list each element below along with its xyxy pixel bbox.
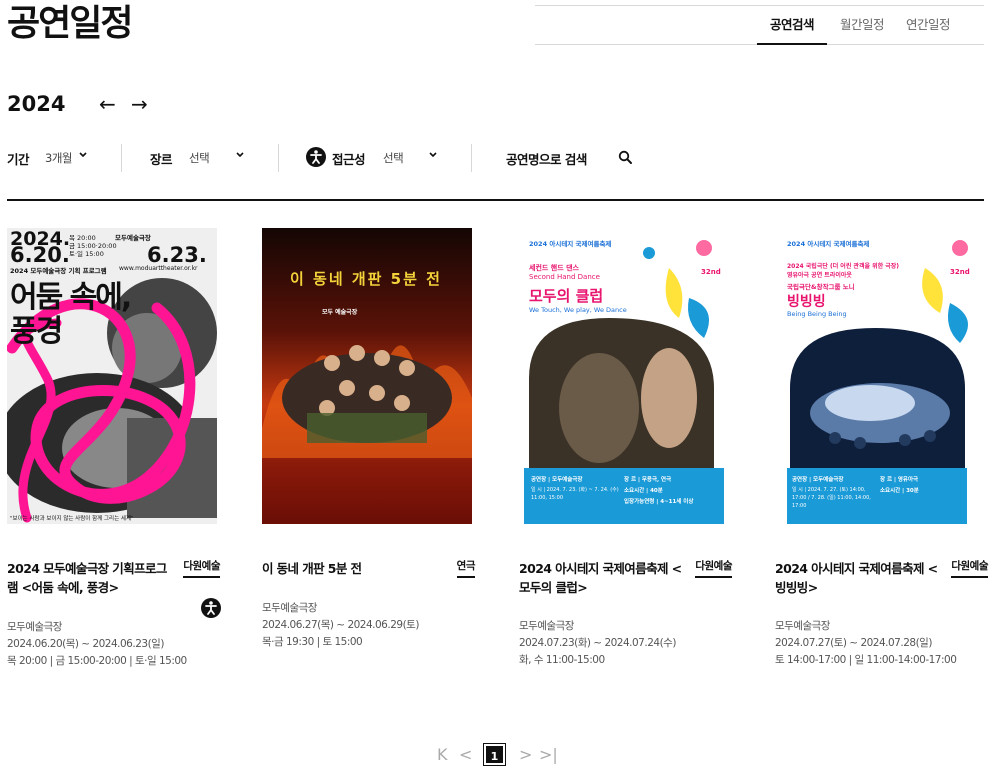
performance-card[interactable]: 2024 아시테지 국제여름축제 세컨드 핸드 댄스 Second Hand D… [519,228,734,666]
filter-divider [471,144,472,172]
performance-dates: 2024.06.27(목) ~ 2024.06.29(토) [262,619,419,631]
chevron-down-icon[interactable] [235,149,245,161]
performance-title[interactable]: 이 동네 개판 5분 전 [262,559,432,578]
performance-times: 목·금 19:30 | 토 15:00 [262,636,363,648]
performance-dates: 2024.06.20(목) ~ 2024.06.23(일) [7,638,164,650]
poster-info-2: 일 시 | 2024. 7. 23. (화) ~ 7. 24. (수) 11:0… [531,487,619,501]
performance-title[interactable]: 2024 아시테지 국제여름축제 < 빙빙빙> [775,559,945,597]
title-search-input[interactable]: 공연명으로 검색 [506,149,587,168]
poster-site: www.moduarttheater.or.kr [119,265,198,272]
poster-subtitle-en: Second Hand Dance [529,273,600,281]
poster-subtitle-3: 국립극단&창작그룹 노니 [787,283,855,291]
poster-info-5: 입장가능연령 | 4~11세 이상 [624,499,694,505]
genre-filter-label: 장르 [150,152,173,167]
poster-caption: "보이는 사람과 보이지 않는 사람이 함께 그리는 세계" [10,516,134,522]
poster-info-3: 장 르 | 무용극, 연극 [624,477,672,483]
performance-dates: 2024.07.23(화) ~ 2024.07.24(수) [519,637,676,649]
genre-badge: 다원예술 [951,558,988,578]
poster-festival: 2024 아시테지 국제여름축제 [787,240,870,248]
filter-divider [278,144,279,172]
pagination: K < 1 > >| [0,743,994,767]
poster-headline: 모두의 클럽 [529,287,604,305]
poster-info-4: 소요시간 | 30분 [880,488,919,494]
poster-time-3: 토·일 15:00 [69,250,104,258]
performance-card[interactable]: 2024 아시테지 국제여름축제 2024 국립극단 (더 어린 관객을 위한 … [775,228,990,666]
poster-end-date: 6.23. [147,243,207,267]
performance-card[interactable]: 이 동네 개판 5분 전 모두 예술극장 이 동네 개판 5분 전 연극 모두예… [262,228,477,648]
next-page-icon[interactable]: > [519,745,532,765]
poster-subtitle: 세컨드 핸드 댄스 [529,264,579,272]
accessibility-filter-select[interactable]: 선택 [383,150,404,166]
filter-bar: 기간 3개월 장르 선택 접근성 선택 공연명으로 검색 [0,140,994,176]
next-year-arrow-icon[interactable]: → [131,90,148,118]
accessibility-icon [306,147,326,167]
performance-dates: 2024.07.27(토) ~ 2024.07.28(일) [775,637,932,649]
prev-year-arrow-icon[interactable]: ← [99,90,116,118]
performance-venue: 모두예술극장 [262,602,317,614]
poster-info-2: 일 시 | 2024. 7. 27. (토) 14:00, 17:00 / 7.… [792,487,871,509]
poster-info-1: 공연장 | 모두예술극장 [531,477,583,483]
poster-english: We Touch, We play, We Dance [529,306,627,314]
list-divider [7,199,984,201]
performance-times: 토 14:00-17:00 | 일 11:00-14:00-17:00 [775,654,957,666]
performance-title[interactable]: 2024 모두예술극장 기획프로그램 <어둠 속에, 풍경> [7,559,177,597]
chevron-down-icon[interactable] [78,149,88,161]
poster-badge: 32nd [701,268,721,276]
performance-title[interactable]: 2024 아시테지 국제여름축제 < 모두의 클럽> [519,559,689,597]
year-label: 2024 [7,92,66,116]
performance-poster[interactable]: 2024. 6.20. 6.23. 목 20:00 금 15:00·20:00 … [7,228,217,524]
poster-english: Being Being Being [787,310,847,318]
poster-venue: 모두 예술극장 [322,309,358,316]
poster-info-3: 장 르 | 영유아극 [880,477,919,483]
period-filter-select[interactable]: 3개월 [45,150,72,166]
filter-divider [121,144,122,172]
accessibility-filter-label: 접근성 [332,152,366,167]
performance-times: 목 20:00 | 금 15:00-20:00 | 토·일 15:00 [7,655,187,667]
last-page-icon[interactable]: >| [539,745,558,765]
poster-subtitle-2: 영유아극 공연 트라이아웃 [787,272,852,279]
performance-times: 화, 수 11:00-15:00 [519,654,605,666]
genre-badge: 다원예술 [695,558,732,578]
tab-monthly-schedule[interactable]: 월간일정 [836,6,888,45]
performance-venue: 모두예술극장 [775,620,830,632]
page-title: 공연일정 [7,3,133,44]
genre-filter-select[interactable]: 선택 [189,150,210,166]
poster-venue: 모두예술극장 [115,234,151,242]
genre-badge: 연극 [456,558,476,578]
poster-info-1: 공연장 | 모두예술극장 [792,477,844,483]
accessibility-icon [201,598,221,618]
period-filter-label: 기간 [7,152,30,167]
poster-subtitle-1: 2024 국립극단 (더 어린 관객을 위한 극장) [787,263,899,270]
performance-poster[interactable]: 2024 아시테지 국제여름축제 세컨드 핸드 댄스 Second Hand D… [519,228,729,524]
search-icon[interactable] [618,150,633,165]
performance-poster[interactable]: 2024 아시테지 국제여름축제 2024 국립극단 (더 어린 관객을 위한 … [775,228,985,524]
page-number-current[interactable]: 1 [483,743,506,766]
poster-headline: 이 동네 개판 5분 전 [290,270,442,288]
performance-venue: 모두예술극장 [519,620,574,632]
poster-start-date: 6.20. [10,243,70,267]
poster-headline-2: 풍경 [10,314,63,349]
performance-poster[interactable]: 이 동네 개판 5분 전 모두 예술극장 [262,228,472,524]
poster-badge: 32nd [950,268,970,276]
prev-page-icon[interactable]: < [459,745,472,765]
tab-annual-schedule[interactable]: 연간일정 [902,6,954,45]
poster-info-4: 소요시간 | 40분 [624,488,663,494]
performance-venue: 모두예술극장 [7,621,62,633]
poster-festival: 2024 아시테지 국제여름축제 [529,240,612,248]
tab-performance-search[interactable]: 공연검색 [757,6,827,45]
performance-card[interactable]: 2024. 6.20. 6.23. 목 20:00 금 15:00·20:00 … [7,228,222,667]
view-tabs: 공연검색 월간일정 연간일정 [535,5,984,45]
poster-headline: 빙빙빙 [787,294,826,310]
chevron-down-icon[interactable] [428,149,438,161]
genre-badge: 다원예술 [183,558,220,578]
first-page-icon[interactable]: K [437,745,448,765]
